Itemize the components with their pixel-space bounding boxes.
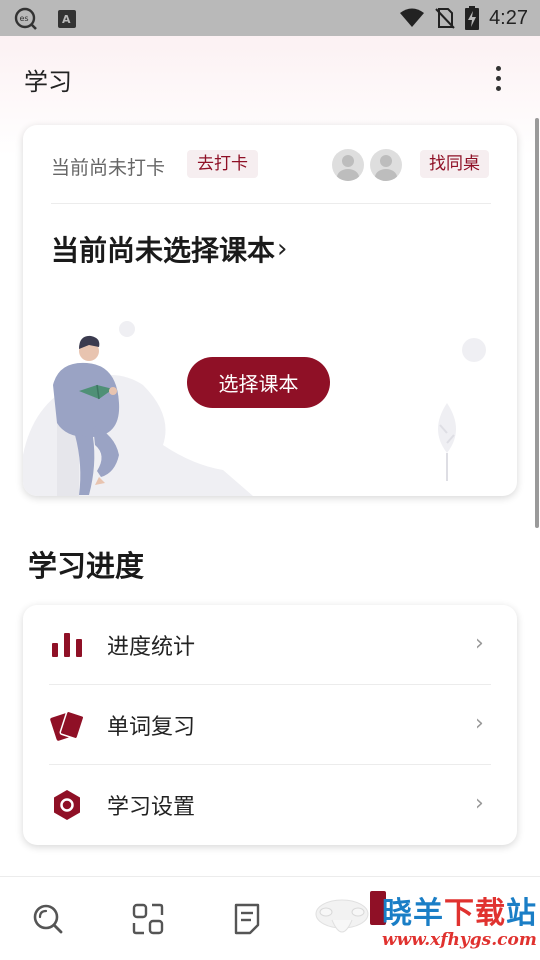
battery-charging-icon xyxy=(465,6,480,30)
wifi-icon xyxy=(400,8,425,27)
sheep-logo xyxy=(315,899,369,933)
status-time: 4:27 xyxy=(489,6,528,29)
avatar[interactable] xyxy=(332,149,364,181)
list-item-study-settings[interactable]: 学习设置 › xyxy=(23,765,517,845)
chevron-right-icon: › xyxy=(475,711,484,736)
section-title: 学习进度 xyxy=(28,549,145,583)
list-item-label: 单词复习 xyxy=(107,715,196,740)
textbook-title-link[interactable]: 当前尚未选择课本 › xyxy=(51,229,287,269)
checkin-button[interactable]: 去打卡 xyxy=(187,150,258,178)
no-sim-icon xyxy=(435,8,455,29)
select-textbook-button[interactable]: 选择课本 xyxy=(187,357,330,408)
list-item-label: 进度统计 xyxy=(107,635,196,660)
list-item-label: 学习设置 xyxy=(107,795,196,820)
svg-text:A: A xyxy=(62,13,71,26)
chevron-right-icon: › xyxy=(277,234,288,264)
font-app-icon: A xyxy=(58,10,76,28)
progress-card: 进度统计 › 单词复习 › 学习设置 › xyxy=(23,605,517,845)
bar-chart-icon xyxy=(52,633,82,657)
watermark-brand: 晓羊下载站 xyxy=(382,896,537,931)
chevron-right-icon: › xyxy=(475,791,484,816)
checkin-card: 当前尚未打卡 去打卡 找同桌 当前尚未选择课本 › 选择课本 xyxy=(23,125,517,496)
notes-tab-icon[interactable] xyxy=(229,901,265,937)
svg-text:es: es xyxy=(20,14,29,23)
avatar[interactable] xyxy=(370,149,402,181)
list-item-progress-stats[interactable]: 进度统计 › xyxy=(23,605,517,685)
checkin-status-text: 当前尚未打卡 xyxy=(51,157,166,179)
more-vertical-icon[interactable] xyxy=(484,62,512,94)
list-item-word-review[interactable]: 单词复习 › xyxy=(23,685,517,765)
scan-tab-icon[interactable] xyxy=(130,901,166,937)
divider xyxy=(51,203,491,204)
scrollbar[interactable] xyxy=(535,118,539,528)
es-file-icon: es xyxy=(14,7,37,30)
status-bar: es A 4:27 xyxy=(0,0,540,36)
word-cards-icon xyxy=(50,710,85,741)
search-tab-icon[interactable] xyxy=(30,901,66,937)
page-title: 学习 xyxy=(24,68,72,96)
settings-hexagon-icon xyxy=(54,790,80,820)
find-deskmate-button[interactable]: 找同桌 xyxy=(420,150,489,178)
chevron-right-icon: › xyxy=(475,631,484,656)
watermark-url: www.xfhygs.com xyxy=(382,930,537,950)
textbook-title: 当前尚未选择课本 xyxy=(51,234,276,267)
watermark: 晓羊下载站 www.xfhygs.com xyxy=(312,888,540,958)
